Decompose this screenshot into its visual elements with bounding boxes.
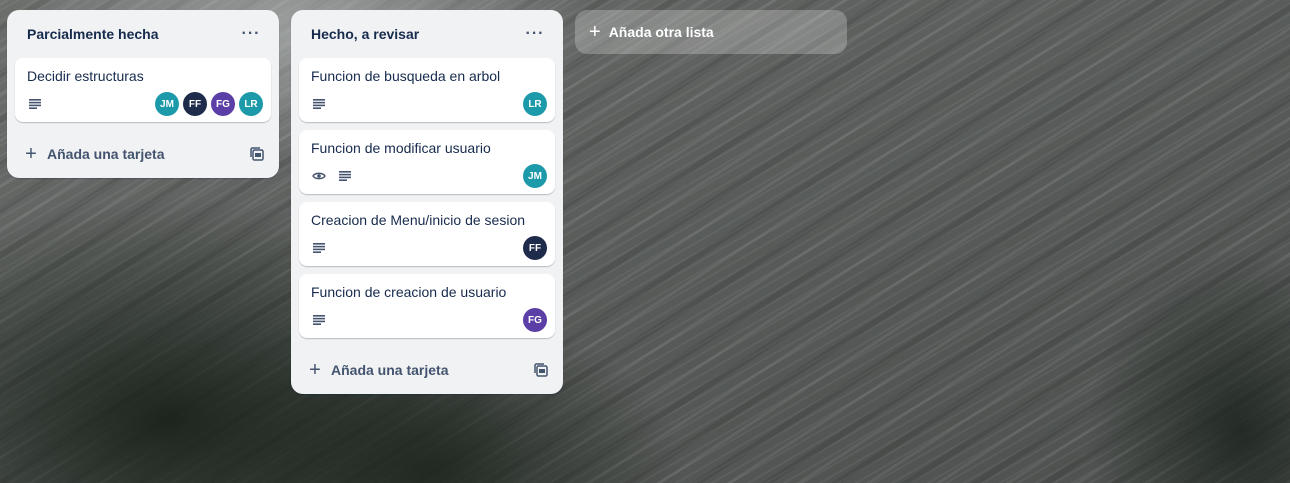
- card[interactable]: Funcion de creacion de usuario FG: [299, 274, 555, 338]
- list-title[interactable]: Hecho, a revisar: [311, 26, 419, 42]
- card-title: Creacion de Menu/inicio de sesion: [311, 212, 526, 228]
- avatar-fg[interactable]: FG: [523, 308, 547, 332]
- card-members: JM: [523, 164, 547, 188]
- avatar-jm[interactable]: JM: [523, 164, 547, 188]
- list-header: Parcialmente hecha ···: [7, 10, 279, 58]
- card[interactable]: Funcion de busqueda en arbol LR: [299, 58, 555, 122]
- add-card-button[interactable]: + Añada una tarjeta: [23, 144, 164, 164]
- add-list-label: Añada otra lista: [608, 24, 714, 40]
- list-more-button[interactable]: ···: [519, 18, 551, 50]
- list-header: Hecho, a revisar ···: [291, 10, 563, 58]
- description-icon: [337, 168, 353, 184]
- card-badges: [311, 168, 353, 184]
- add-list-button[interactable]: + Añada otra lista: [575, 10, 847, 54]
- create-from-template-icon[interactable]: [249, 146, 265, 162]
- card-title: Funcion de modificar usuario: [311, 140, 491, 156]
- card-title: Funcion de creacion de usuario: [311, 284, 507, 300]
- plus-icon: +: [25, 143, 37, 165]
- description-icon: [311, 312, 327, 328]
- plus-icon: +: [589, 21, 601, 43]
- eye-icon: [311, 168, 327, 184]
- add-card-label: Añada una tarjeta: [47, 146, 165, 162]
- description-icon: [27, 96, 43, 112]
- card[interactable]: Decidir estructuras JM FF FG LR: [15, 58, 271, 122]
- add-card-label: Añada una tarjeta: [331, 362, 449, 378]
- avatar-ff[interactable]: FF: [523, 236, 547, 260]
- create-from-template-icon[interactable]: [533, 362, 549, 378]
- list-hecho-a-revisar: Hecho, a revisar ··· Funcion de busqueda…: [291, 10, 563, 394]
- list-more-button[interactable]: ···: [235, 18, 267, 50]
- add-card-button[interactable]: + Añada una tarjeta: [307, 360, 448, 380]
- card-members: FF: [523, 236, 547, 260]
- card-badges: [311, 240, 327, 256]
- card-list: Funcion de busqueda en arbol LR Funcion …: [291, 58, 563, 338]
- card-title: Funcion de busqueda en arbol: [311, 68, 501, 84]
- card-members: LR: [523, 92, 547, 116]
- card-badges: [311, 96, 327, 112]
- plus-icon: +: [309, 359, 321, 381]
- list-parcialmente-hecha: Parcialmente hecha ··· Decidir estructur…: [7, 10, 279, 178]
- card-badges: [27, 96, 43, 112]
- card[interactable]: Funcion de modificar usuario JM: [299, 130, 555, 194]
- list-footer: + Añada una tarjeta: [7, 130, 279, 178]
- card-members: JM FF FG LR: [155, 92, 263, 116]
- card-members: FG: [523, 308, 547, 332]
- avatar-jm[interactable]: JM: [155, 92, 179, 116]
- description-icon: [311, 240, 327, 256]
- list-title[interactable]: Parcialmente hecha: [27, 26, 159, 42]
- card-title: Decidir estructuras: [27, 68, 144, 84]
- list-footer: + Añada una tarjeta: [291, 346, 563, 394]
- description-icon: [311, 96, 327, 112]
- card[interactable]: Creacion de Menu/inicio de sesion FF: [299, 202, 555, 266]
- card-badges: [311, 312, 327, 328]
- card-list: Decidir estructuras JM FF FG LR: [7, 58, 279, 122]
- avatar-ff[interactable]: FF: [183, 92, 207, 116]
- avatar-fg[interactable]: FG: [211, 92, 235, 116]
- avatar-lr[interactable]: LR: [239, 92, 263, 116]
- avatar-lr[interactable]: LR: [523, 92, 547, 116]
